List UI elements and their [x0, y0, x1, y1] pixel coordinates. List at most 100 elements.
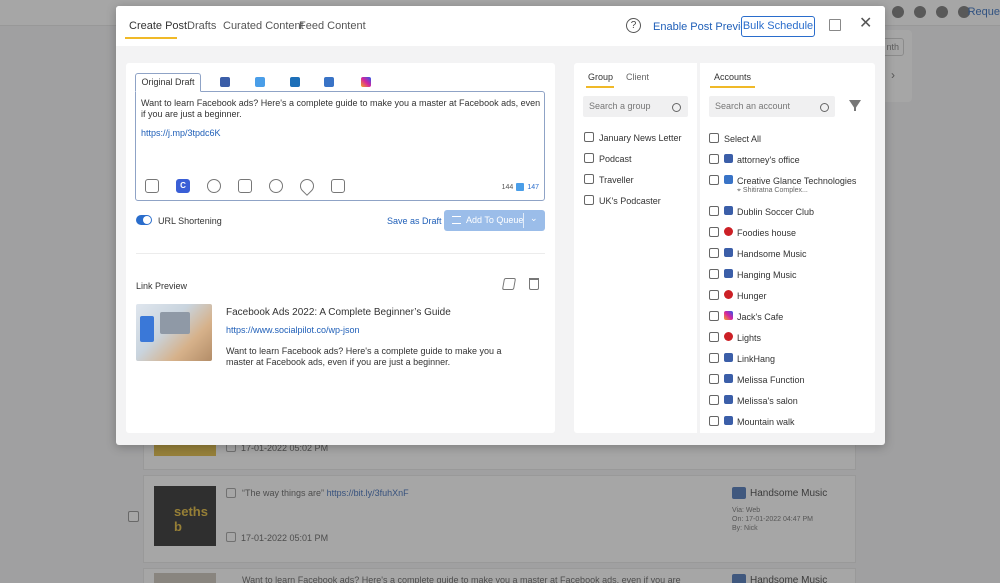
queue-icon — [452, 216, 461, 224]
emoji-icon[interactable] — [207, 179, 221, 193]
twitter-icon — [516, 183, 525, 191]
post-text[interactable]: Want to learn Facebook ads? Here's a com… — [141, 98, 541, 120]
account-checkbox[interactable] — [709, 248, 719, 258]
location-icon[interactable] — [297, 176, 317, 196]
account-item[interactable]: Foodies house — [737, 228, 796, 238]
close-icon[interactable]: ✕ — [859, 16, 872, 32]
link-preview-description: Want to learn Facebook ads? Here's a com… — [226, 346, 502, 367]
account-checkbox[interactable] — [709, 206, 719, 216]
account-checkbox[interactable] — [709, 175, 719, 185]
tab-original-draft[interactable]: Original Draft — [135, 73, 201, 92]
active-tab-indicator — [710, 86, 755, 88]
account-checkbox[interactable] — [709, 290, 719, 300]
tab-curated-content[interactable]: Curated Content — [223, 20, 304, 32]
save-as-draft-button[interactable]: Save as Draft — [387, 216, 442, 226]
gif-icon[interactable] — [238, 179, 252, 193]
account-location: ⌖ Shitiratna Complex... — [737, 187, 808, 195]
facebook-group-icon — [724, 248, 733, 257]
link-preview-url[interactable]: https://www.socialpilot.co/wp-json — [226, 325, 360, 335]
tab-group[interactable]: Group — [588, 72, 613, 82]
account-item[interactable]: Creative Glance Technologies — [737, 176, 856, 186]
minimize-icon[interactable] — [829, 19, 841, 31]
account-item[interactable]: Handsome Music — [737, 249, 807, 259]
account-item[interactable]: attorney's office — [737, 155, 800, 165]
trash-icon[interactable] — [529, 278, 539, 290]
edit-icon[interactable] — [501, 278, 517, 290]
account-item[interactable]: Melissa's salon — [737, 396, 798, 406]
filter-icon[interactable] — [849, 100, 861, 111]
account-checkbox[interactable] — [709, 416, 719, 426]
modal-header: Create Post Drafts Curated Content Feed … — [116, 6, 885, 46]
button-separator — [523, 213, 524, 228]
media-library-icon[interactable] — [145, 179, 159, 193]
account-item[interactable]: Mountain walk — [737, 417, 795, 427]
facebook-icon[interactable] — [220, 77, 230, 87]
account-checkbox[interactable] — [709, 227, 719, 237]
active-tab-indicator — [586, 86, 614, 88]
link-preview-headline: Facebook Ads 2022: A Complete Beginner’s… — [226, 307, 451, 318]
account-item[interactable]: Jack's Cafe — [737, 312, 783, 322]
canva-icon[interactable]: C — [176, 179, 190, 193]
editor-toolbar: C — [145, 176, 345, 196]
tab-client[interactable]: Client — [626, 72, 649, 82]
select-all-label[interactable]: Select All — [724, 134, 761, 144]
group-checkbox[interactable] — [584, 174, 594, 184]
google-business-icon[interactable] — [324, 77, 334, 87]
bulk-schedule-button[interactable]: Bulk Schedule — [741, 16, 815, 37]
link-preview-image — [136, 304, 212, 361]
linkedin-icon[interactable] — [290, 77, 300, 87]
account-search-input[interactable]: Search an account — [709, 96, 835, 117]
tab-drafts[interactable]: Drafts — [187, 20, 216, 32]
laptop-graphic — [160, 312, 190, 334]
help-icon[interactable]: ? — [626, 18, 641, 33]
char-count: 144 — [501, 183, 514, 191]
group-item[interactable]: UK's Podcaster — [599, 196, 661, 206]
group-item[interactable]: Traveller — [599, 175, 634, 185]
select-all-checkbox[interactable] — [709, 133, 719, 143]
post-link[interactable]: https://j.mp/3tpdc6K — [141, 128, 221, 138]
target-icon[interactable] — [269, 179, 283, 193]
tab-accounts[interactable]: Accounts — [714, 72, 751, 82]
group-item[interactable]: Podcast — [599, 154, 632, 164]
instagram-icon — [724, 311, 733, 320]
account-item[interactable]: Hanging Music — [737, 270, 797, 280]
account-checkbox[interactable] — [709, 311, 719, 321]
image-upload-icon[interactable] — [331, 179, 345, 193]
account-item[interactable]: Hunger — [737, 291, 767, 301]
group-panel: Group Client Search a group January News… — [574, 63, 697, 433]
add-to-queue-button[interactable]: Add To Queue ⌄ — [444, 210, 545, 231]
account-checkbox[interactable] — [709, 374, 719, 384]
post-editor[interactable]: Want to learn Facebook ads? Here's a com… — [135, 91, 545, 201]
url-shortening-label: URL Shortening — [158, 216, 222, 226]
search-icon[interactable] — [672, 103, 681, 112]
chevron-down-icon[interactable]: ⌄ — [530, 213, 538, 224]
account-item[interactable]: Lights — [737, 333, 761, 343]
compose-panel: Original Draft Want to learn Facebook ad… — [126, 63, 555, 433]
group-item[interactable]: January News Letter — [599, 133, 682, 143]
account-location-text: Shitiratna Complex... — [742, 187, 808, 194]
account-checkbox[interactable] — [709, 269, 719, 279]
google-business-icon — [724, 175, 733, 184]
twitter-icon[interactable] — [255, 77, 265, 87]
instagram-icon[interactable] — [361, 77, 371, 87]
location-icon: ⌖ — [737, 187, 741, 194]
group-checkbox[interactable] — [584, 153, 594, 163]
account-checkbox[interactable] — [709, 353, 719, 363]
facebook-group-icon — [724, 353, 733, 362]
account-checkbox[interactable] — [709, 154, 719, 164]
facebook-icon — [724, 269, 733, 278]
account-item[interactable]: Melissa Function — [737, 375, 805, 385]
account-checkbox[interactable] — [709, 332, 719, 342]
group-checkbox[interactable] — [584, 132, 594, 142]
url-shortening-toggle[interactable] — [136, 215, 152, 225]
group-checkbox[interactable] — [584, 195, 594, 205]
facebook-icon — [724, 395, 733, 404]
tab-feed-content[interactable]: Feed Content — [299, 20, 366, 32]
account-item[interactable]: Dublin Soccer Club — [737, 207, 814, 217]
search-icon[interactable] — [820, 103, 829, 112]
tab-create-post[interactable]: Create Post — [129, 20, 187, 32]
account-item[interactable]: LinkHang — [737, 354, 775, 364]
account-checkbox[interactable] — [709, 395, 719, 405]
facebook-icon — [724, 206, 733, 215]
link-preview-title: Link Preview — [136, 281, 188, 291]
